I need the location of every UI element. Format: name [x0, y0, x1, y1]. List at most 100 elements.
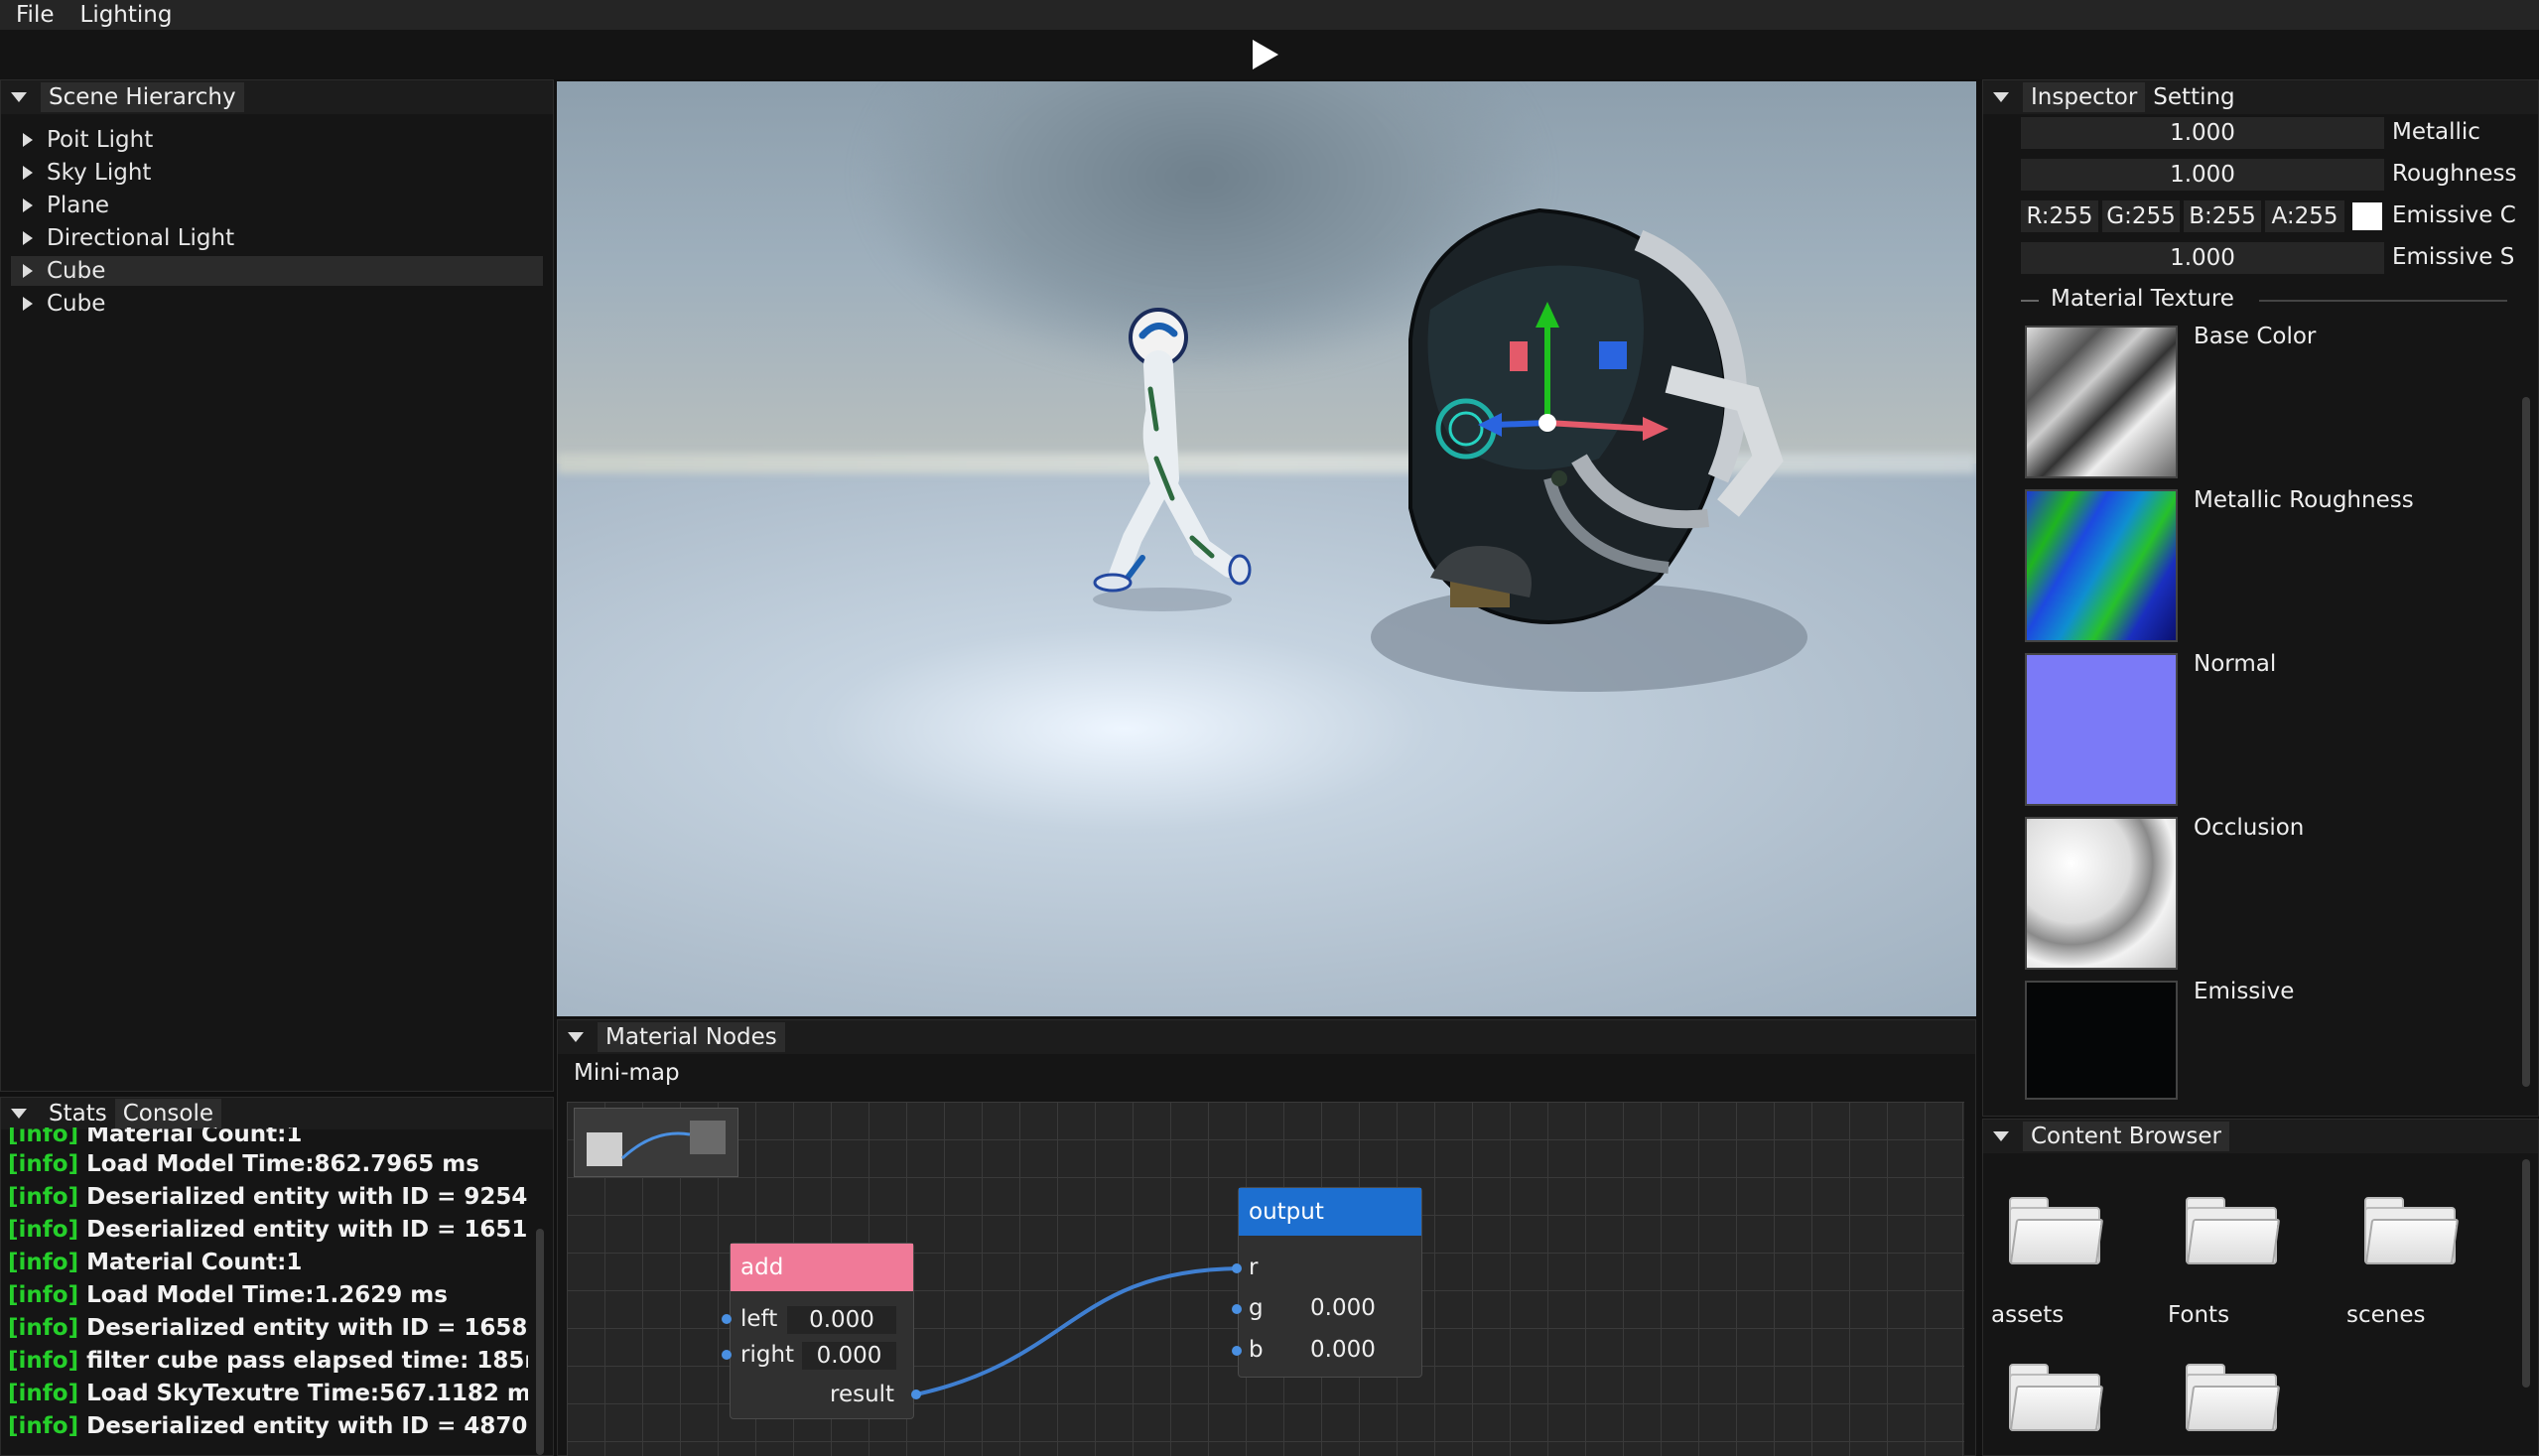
console-line: [info] Deserialized entity with ID = 165…: [8, 1217, 528, 1249]
tab-stats[interactable]: Stats: [41, 1099, 115, 1128]
section-divider: [2021, 300, 2039, 302]
emissive-g-field[interactable]: G:255: [2102, 200, 2180, 232]
expand-arrow-icon[interactable]: [23, 166, 33, 180]
add-left-label: left: [740, 1306, 778, 1332]
log-level-tag: [info]: [8, 1315, 79, 1341]
tab-scene-hierarchy[interactable]: Scene Hierarchy: [41, 82, 244, 112]
roughness-field[interactable]: 1.000: [2021, 159, 2384, 191]
emissive-strength-field[interactable]: 1.000: [2021, 242, 2384, 274]
hierarchy-item-sky-light[interactable]: Sky Light: [11, 158, 543, 188]
menu-lighting[interactable]: Lighting: [65, 2, 183, 28]
emissive-color-label: Emissive C: [2392, 202, 2516, 228]
folder-label-scenes[interactable]: scenes: [2346, 1302, 2426, 1328]
expand-arrow-icon[interactable]: [23, 297, 33, 311]
console-line: [info] Material Count:1: [8, 1250, 528, 1281]
inspector-header: Inspector Setting: [1983, 80, 2538, 114]
collapse-icon[interactable]: [11, 92, 27, 102]
output-b-value[interactable]: 0.000: [1310, 1337, 1376, 1363]
log-level-tag: [info]: [8, 1184, 79, 1210]
hierarchy-item-poit-light[interactable]: Poit Light: [11, 125, 543, 155]
normal-label: Normal: [2194, 651, 2277, 677]
output-g-value[interactable]: 0.000: [1310, 1295, 1376, 1321]
scene-hierarchy-panel: Scene Hierarchy Poit Light Sky Light Pla…: [0, 79, 554, 1092]
hierarchy-item-directional-light[interactable]: Directional Light: [11, 223, 543, 253]
add-left-pin[interactable]: [722, 1314, 732, 1324]
collapse-icon[interactable]: [11, 1109, 27, 1119]
output-b-pin[interactable]: [1232, 1346, 1242, 1356]
base-color-texture[interactable]: [2025, 326, 2178, 478]
console-line: [info] Load Model Time:862.7965 ms: [8, 1151, 528, 1183]
folder-icon[interactable]: [2186, 1197, 2281, 1264]
console-line: [info] Load Model Time:1.2629 ms: [8, 1282, 528, 1314]
menu-file[interactable]: File: [0, 2, 65, 28]
scene-viewport[interactable]: [557, 81, 1976, 1016]
folder-icon[interactable]: [2364, 1197, 2460, 1264]
log-message: Material Count:1: [86, 1127, 303, 1147]
log-level-tag: [info]: [8, 1127, 79, 1147]
emissive-strength-label: Emissive S: [2392, 244, 2515, 270]
occlusion-texture[interactable]: [2025, 817, 2178, 970]
collapse-icon[interactable]: [1993, 1131, 2009, 1141]
console-line: [info] filter cube pass elapsed time: 18…: [8, 1348, 528, 1380]
content-browser-scrollbar[interactable]: [2522, 1159, 2530, 1388]
log-message: Deserialized entity with ID = 165191886: [86, 1217, 528, 1243]
folder-icon[interactable]: [2186, 1364, 2281, 1431]
emissive-r-field[interactable]: R:255: [2021, 200, 2098, 232]
expand-arrow-icon[interactable]: [23, 264, 33, 278]
base-color-label: Base Color: [2194, 324, 2317, 349]
output-g-label: g: [1249, 1295, 1264, 1321]
log-message: filter cube pass elapsed time: 185ms: [86, 1348, 528, 1374]
add-node-title[interactable]: add: [731, 1244, 913, 1291]
log-message: Deserialized entity with ID = 925487046: [86, 1184, 528, 1210]
console-scrollbar[interactable]: [536, 1229, 544, 1455]
add-right-input[interactable]: 0.000: [802, 1342, 896, 1370]
output-node-title[interactable]: output: [1239, 1188, 1421, 1236]
tab-console[interactable]: Console: [114, 1099, 222, 1128]
metallic-field[interactable]: 1.000: [2021, 117, 2384, 149]
add-result-label: result: [830, 1382, 895, 1407]
tab-inspector[interactable]: Inspector: [2023, 82, 2146, 112]
expand-arrow-icon[interactable]: [23, 231, 33, 245]
metallic-roughness-texture[interactable]: [2025, 489, 2178, 642]
folder-label-fonts[interactable]: Fonts: [2168, 1302, 2229, 1328]
log-level-tag: [info]: [8, 1250, 79, 1275]
tab-material-nodes[interactable]: Material Nodes: [598, 1022, 785, 1052]
add-right-pin[interactable]: [722, 1350, 732, 1360]
emissive-b-field[interactable]: B:255: [2184, 200, 2261, 232]
scene-objects: [1093, 207, 1807, 692]
hierarchy-item-label: Cube: [47, 258, 106, 284]
add-left-input[interactable]: 0.000: [787, 1306, 896, 1334]
collapse-icon[interactable]: [568, 1032, 584, 1042]
expand-arrow-icon[interactable]: [23, 199, 33, 212]
folder-icon[interactable]: [2009, 1197, 2104, 1264]
console-line: [info] Load SkyTexutre Time:567.1182 ms: [8, 1381, 528, 1412]
hierarchy-item-cube-selected[interactable]: Cube: [11, 256, 543, 286]
folder-label-assets[interactable]: assets: [1991, 1302, 2064, 1328]
section-divider: [2259, 300, 2507, 302]
hierarchy-item-cube[interactable]: Cube: [11, 289, 543, 319]
emissive-texture[interactable]: [2025, 981, 2178, 1100]
normal-texture[interactable]: [2025, 653, 2178, 806]
tab-setting[interactable]: Setting: [2145, 82, 2242, 112]
console-line: [info] Deserialized entity with ID = 925…: [8, 1184, 528, 1216]
folder-icon[interactable]: [2009, 1364, 2104, 1431]
hierarchy-item-label: Sky Light: [47, 160, 152, 186]
log-level-tag: [info]: [8, 1151, 79, 1177]
output-g-pin[interactable]: [1232, 1304, 1242, 1314]
expand-arrow-icon[interactable]: [23, 133, 33, 147]
scene-hierarchy-header: Scene Hierarchy: [1, 80, 553, 114]
play-icon[interactable]: [1253, 40, 1278, 69]
emissive-color-swatch[interactable]: [2352, 202, 2382, 230]
log-level-tag: [info]: [8, 1381, 79, 1406]
log-message: Deserialized entity with ID = 165831313: [86, 1315, 528, 1341]
hierarchy-item-label: Plane: [47, 193, 110, 218]
tab-content-browser[interactable]: Content Browser: [2023, 1122, 2229, 1151]
collapse-icon[interactable]: [1993, 92, 2009, 102]
emissive-a-field[interactable]: A:255: [2265, 200, 2344, 232]
output-r-pin[interactable]: [1232, 1263, 1242, 1273]
inspector-scrollbar[interactable]: [2522, 397, 2530, 1087]
hierarchy-item-label: Cube: [47, 291, 106, 317]
roughness-label: Roughness: [2392, 161, 2517, 187]
hierarchy-item-plane[interactable]: Plane: [11, 191, 543, 220]
add-result-pin[interactable]: [911, 1390, 921, 1399]
